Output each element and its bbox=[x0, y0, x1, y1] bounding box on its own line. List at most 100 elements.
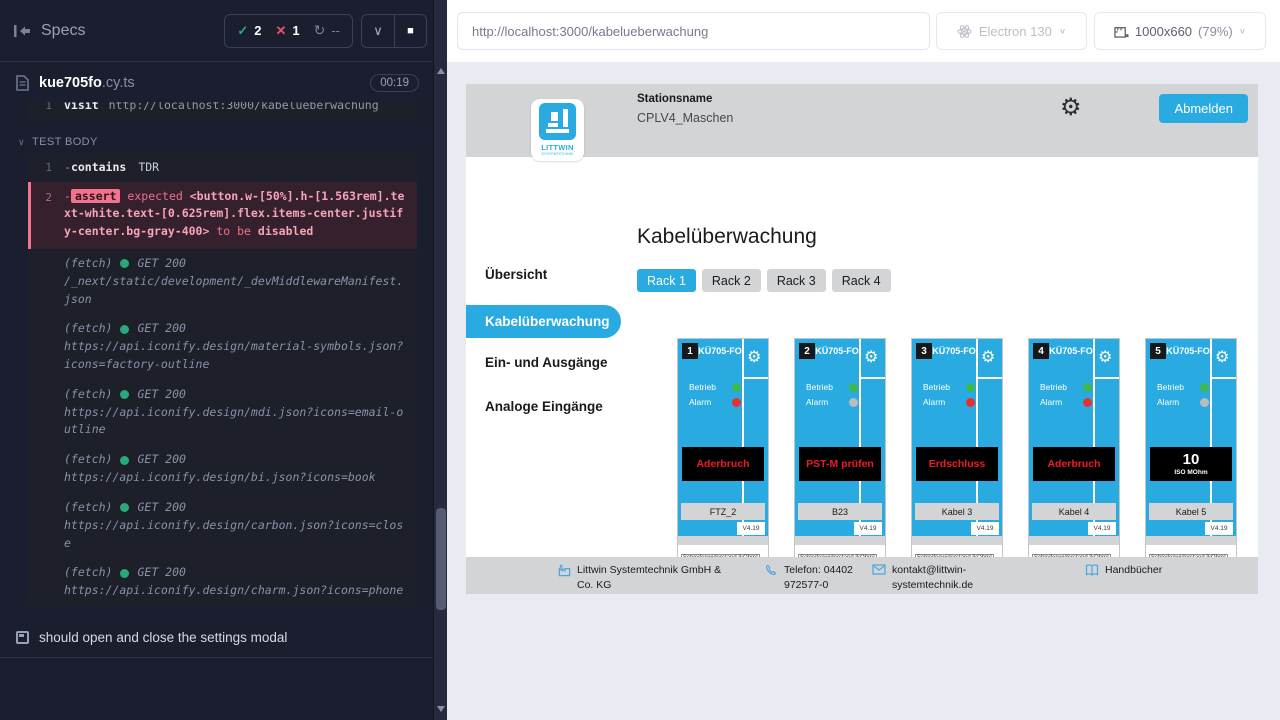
station-label: Stationsname bbox=[637, 93, 733, 105]
command-contains[interactable]: 1 -containsTDR bbox=[28, 154, 417, 182]
success-dot-icon bbox=[120, 569, 129, 578]
chevron-down-icon: ∨ bbox=[18, 137, 25, 148]
status-display: Aderbruch bbox=[1033, 447, 1115, 481]
alarm-led bbox=[966, 398, 975, 407]
tab-rack-3[interactable]: Rack 3 bbox=[767, 269, 826, 292]
fetch-log-row[interactable]: (fetch)GET 200https://api.iconify.design… bbox=[28, 314, 417, 379]
cable-name: B23 bbox=[798, 503, 882, 520]
tab-rack-4[interactable]: Rack 4 bbox=[832, 269, 891, 292]
card-separator bbox=[1029, 536, 1119, 545]
logout-button[interactable]: Abmelden bbox=[1159, 94, 1248, 123]
expand-specs-icon[interactable] bbox=[14, 24, 31, 38]
fetch-log-row[interactable]: (fetch)GET 200https://api.iconify.design… bbox=[28, 445, 417, 493]
stop-button[interactable]: ■ bbox=[394, 15, 426, 47]
device-gear-icon[interactable]: ⚙ bbox=[864, 347, 878, 367]
card-separator bbox=[912, 536, 1002, 545]
footer-email[interactable]: kontakt@littwin-systemtechnik.de bbox=[872, 563, 968, 593]
alarm-label: Alarm bbox=[1157, 397, 1179, 407]
settings-gear-icon[interactable]: ⚙ bbox=[1060, 93, 1082, 122]
app-under-test: Stationsname CPLV4_Maschen ⚙ Abmelden LI… bbox=[466, 84, 1258, 594]
reporter-scrollbar[interactable] bbox=[433, 0, 447, 720]
fetch-log-row[interactable]: (fetch)GET 200https://api.iconify.design… bbox=[28, 558, 417, 606]
url-input[interactable]: http://localhost:3000/kabelueberwachung bbox=[457, 12, 930, 50]
device-card-5: 5 KÜ705-FO ⚙ Betrieb Alarm 10 ISO MOhm K… bbox=[1145, 338, 1237, 594]
scroll-up-arrow[interactable] bbox=[437, 68, 445, 74]
command-log-clip: 1 visithttp://localhost:3000/kabelueberw… bbox=[28, 102, 417, 124]
spec-row[interactable]: kue705fo.cy.ts 00:19 bbox=[0, 62, 433, 98]
betrieb-led bbox=[1200, 383, 1209, 392]
spec-file-icon bbox=[16, 75, 29, 91]
alarm-label: Alarm bbox=[923, 397, 945, 407]
status-display: Erdschluss bbox=[916, 447, 998, 481]
sidebar-item-uebersicht[interactable]: Übersicht bbox=[466, 267, 621, 282]
footer-email-text: kontakt@littwin-systemtechnik.de bbox=[892, 563, 973, 593]
test-body-section[interactable]: ∨ TEST BODY bbox=[18, 136, 417, 148]
device-gear-icon[interactable]: ⚙ bbox=[747, 347, 761, 367]
command-number: 1 bbox=[36, 102, 52, 115]
viewport-selector[interactable]: 1000x660 (79%) ∨ bbox=[1094, 12, 1266, 50]
electron-icon bbox=[957, 24, 972, 39]
fetch-label: (fetch) bbox=[64, 386, 112, 404]
fetch-log-row[interactable]: (fetch)GET 200https://api.iconify.design… bbox=[28, 380, 417, 445]
fetch-status: GET 200 bbox=[137, 255, 185, 273]
command-dash: - bbox=[64, 160, 71, 174]
cable-name: Kabel 4 bbox=[1032, 503, 1116, 520]
fetch-url: https://api.iconify.design/mdi.json?icon… bbox=[64, 405, 403, 437]
firmware-version: V4.19 bbox=[1205, 522, 1233, 535]
assert-badge: assert bbox=[71, 189, 121, 203]
status-display: PST-M prüfen bbox=[799, 447, 881, 481]
tab-rack-1[interactable]: Rack 1 bbox=[637, 269, 696, 292]
device-gear-icon[interactable]: ⚙ bbox=[1215, 347, 1229, 367]
device-gear-icon[interactable]: ⚙ bbox=[1098, 347, 1112, 367]
specs-title[interactable]: Specs bbox=[41, 22, 85, 40]
device-cards: 1 KÜ705-FO ⚙ Betrieb Alarm Aderbruch FTZ… bbox=[677, 338, 1237, 594]
assert-expected-state: disabled bbox=[258, 224, 313, 238]
firmware-version: V4.19 bbox=[854, 522, 882, 535]
device-model: KÜ705-FO bbox=[698, 346, 742, 356]
fetch-label: (fetch) bbox=[64, 564, 112, 582]
sidebar-item-analoge-eingaenge[interactable]: Analoge Eingänge bbox=[466, 399, 621, 414]
status-display: Aderbruch bbox=[682, 447, 764, 481]
status-display: 10 ISO MOhm bbox=[1150, 447, 1232, 481]
alarm-label: Alarm bbox=[806, 397, 828, 407]
tab-rack-2[interactable]: Rack 2 bbox=[702, 269, 761, 292]
device-model: KÜ705-FO bbox=[815, 346, 859, 356]
device-card-4: 4 KÜ705-FO ⚙ Betrieb Alarm Aderbruch Kab… bbox=[1028, 338, 1120, 594]
failed-count: 1 bbox=[292, 23, 299, 38]
fetch-log-row[interactable]: (fetch)GET 200https://api.iconify.design… bbox=[28, 493, 417, 558]
command-arg: TDR bbox=[138, 160, 159, 174]
footer-company-text: Littwin Systemtechnik GmbH & Co. KG bbox=[577, 563, 736, 593]
footer-manuals[interactable]: Handbücher bbox=[1085, 563, 1162, 578]
fetch-label: (fetch) bbox=[64, 320, 112, 338]
alarm-led bbox=[849, 398, 858, 407]
pending-test-row[interactable]: should open and close the settings modal bbox=[0, 616, 433, 658]
pending-count: -- bbox=[331, 23, 340, 38]
status-text: Erdschluss bbox=[929, 458, 986, 470]
device-card-3: 3 KÜ705-FO ⚙ Betrieb Alarm Erdschluss Ka… bbox=[911, 338, 1003, 594]
command-assert-failed[interactable]: 2 -assert expected <button.w-[50%].h-[1.… bbox=[28, 182, 417, 249]
passed-count: 2 bbox=[254, 23, 261, 38]
cable-name: FTZ_2 bbox=[681, 503, 765, 520]
scroll-down-arrow[interactable] bbox=[437, 706, 445, 712]
betrieb-led bbox=[1083, 383, 1092, 392]
factory-icon bbox=[558, 564, 571, 577]
browser-selector[interactable]: Electron 130 ∨ bbox=[936, 12, 1087, 50]
station-name: CPLV4_Maschen bbox=[637, 111, 733, 125]
footer-phone-text: Telefon: 04402 972577-0 bbox=[784, 563, 881, 593]
status-text: Aderbruch bbox=[696, 458, 749, 470]
command-number: 1 bbox=[36, 159, 52, 177]
command-visit[interactable]: 1 visithttp://localhost:3000/kabelueberw… bbox=[28, 102, 417, 120]
fetch-status: GET 200 bbox=[137, 320, 185, 338]
fetch-log-row[interactable]: (fetch)GET 200/_next/static/development/… bbox=[28, 249, 417, 314]
sidebar-item-kabelueberwachung[interactable]: Kabelüberwachung bbox=[466, 305, 621, 338]
slot-number: 5 bbox=[1150, 343, 1166, 359]
spec-name: kue705fo.cy.ts bbox=[39, 75, 135, 91]
sidebar-item-ein-und-ausgaenge[interactable]: Ein- und Ausgänge bbox=[466, 355, 621, 370]
viewport-size: 1000x660 bbox=[1135, 24, 1192, 39]
scrollbar-thumb[interactable] bbox=[436, 508, 446, 610]
viewport-zoom: (79%) bbox=[1198, 24, 1233, 39]
collapse-button[interactable]: ∨ bbox=[362, 15, 394, 47]
email-icon bbox=[872, 564, 886, 575]
device-gear-icon[interactable]: ⚙ bbox=[981, 347, 995, 367]
iso-value: 10 bbox=[1183, 452, 1200, 469]
